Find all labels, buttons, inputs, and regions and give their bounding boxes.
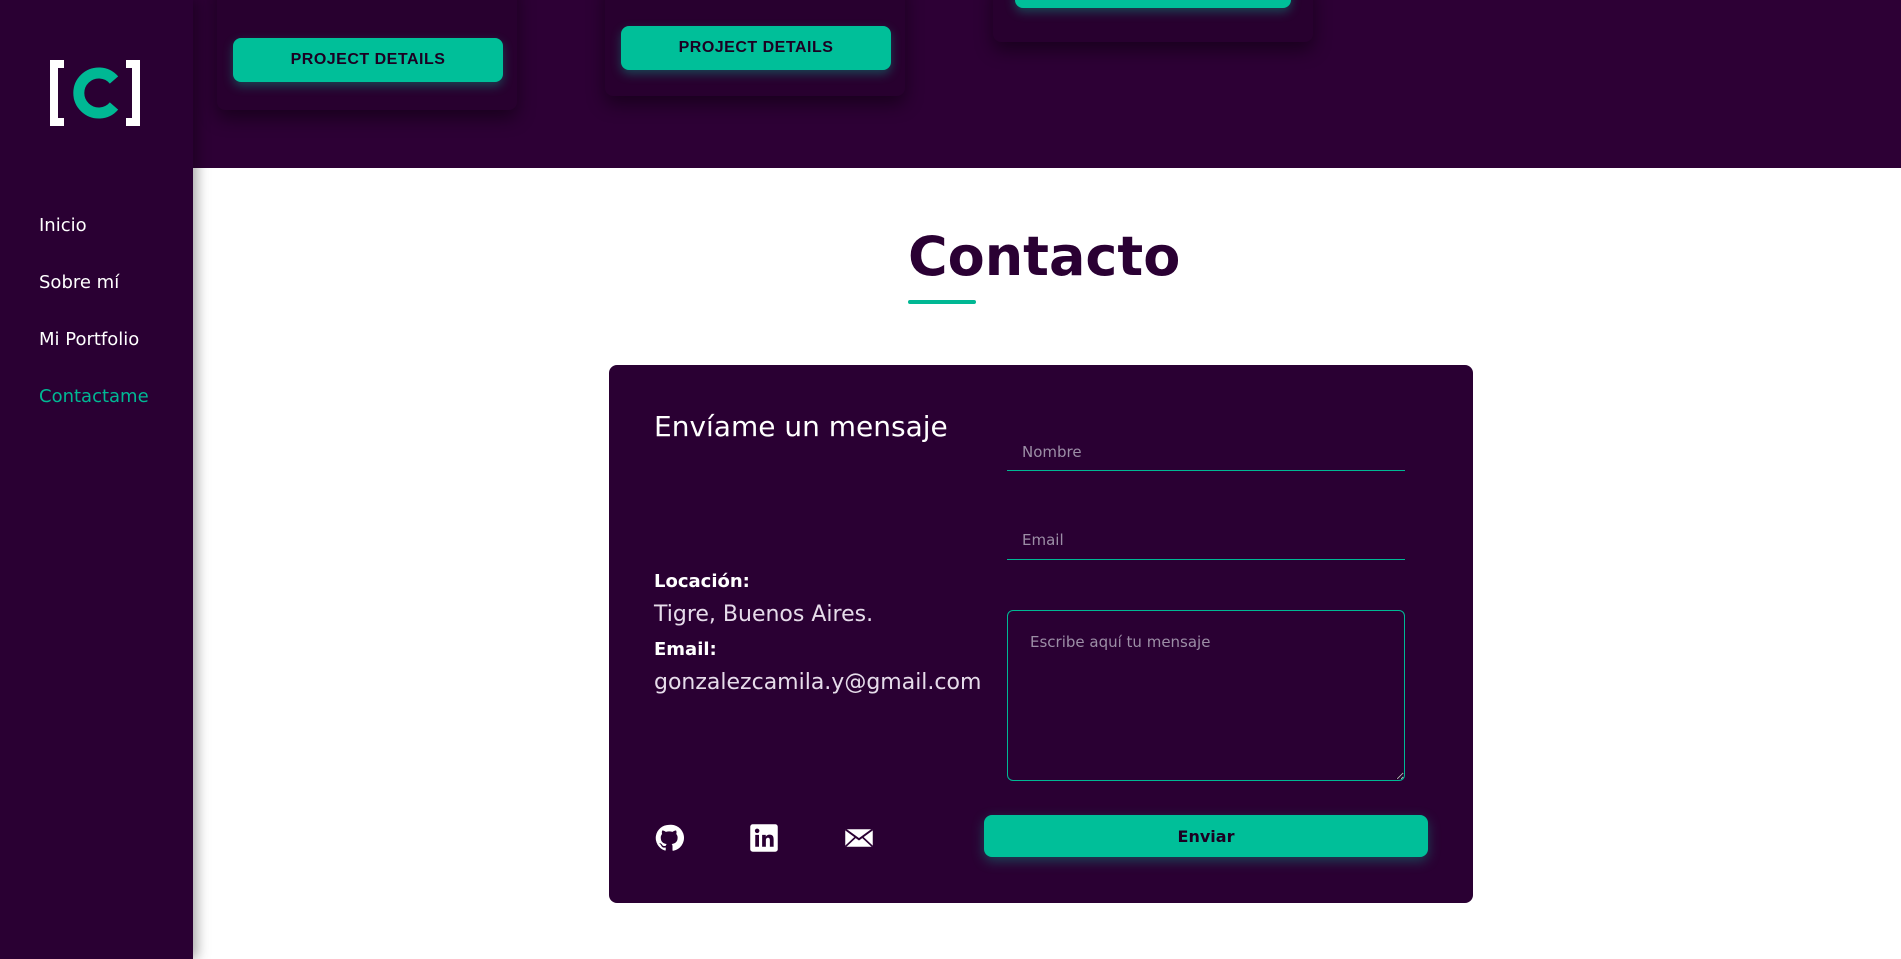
nav-item-portfolio[interactable]: Mi Portfolio [39,322,149,379]
page-title: Contacto [908,225,1181,288]
location-value: Tigre, Buenos Aires. [654,602,874,627]
message-textarea[interactable] [1007,610,1405,781]
contact-heading: Envíame un mensaje [654,410,948,443]
email-label: Email: [654,639,717,660]
portfolio-section: PROJECT DETAILS PROJECT DETAILS [193,0,1901,168]
nav-item-sobre-mi[interactable]: Sobre mí [39,265,149,322]
send-button[interactable]: Enviar [984,815,1428,857]
logo-icon [50,60,140,126]
project-card [993,0,1313,42]
logo[interactable] [48,58,142,128]
title-underline [908,300,976,304]
project-details-button[interactable] [1015,0,1291,8]
location-label: Locación: [654,571,750,592]
nav-item-inicio[interactable]: Inicio [39,208,149,265]
project-details-button[interactable]: PROJECT DETAILS [233,38,503,82]
mail-icon[interactable] [844,823,874,853]
sidebar: Inicio Sobre mí Mi Portfolio Contactame [0,0,193,959]
project-details-button[interactable]: PROJECT DETAILS [621,26,891,70]
email-value[interactable]: gonzalezcamila.y@gmail.com [654,670,981,695]
name-input[interactable] [1007,433,1405,471]
project-card: PROJECT DETAILS [217,0,517,110]
linkedin-icon[interactable] [749,823,779,853]
project-card: PROJECT DETAILS [605,0,905,96]
email-input[interactable] [1007,520,1405,560]
nav-menu: Inicio Sobre mí Mi Portfolio Contactame [39,208,149,436]
github-icon[interactable] [654,823,684,853]
contact-card: Envíame un mensaje Locación: Tigre, Buen… [609,365,1473,903]
nav-item-contactame[interactable]: Contactame [39,379,149,436]
